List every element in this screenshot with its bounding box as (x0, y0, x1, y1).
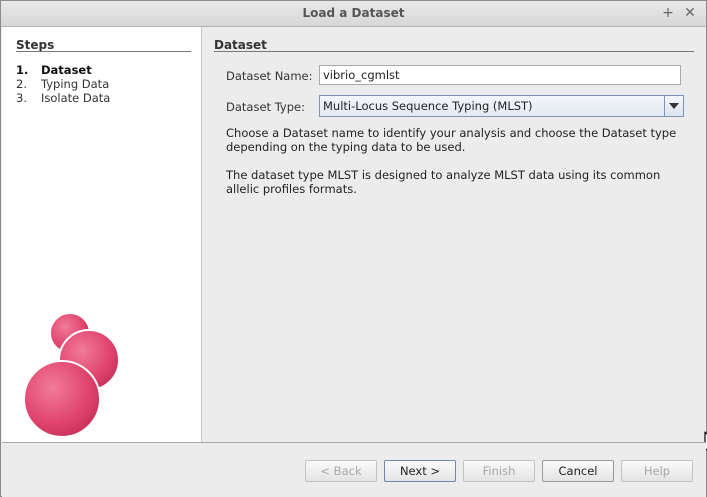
dataset-panel: Dataset Dataset Name: vibrio_cgmlst Data… (202, 27, 707, 452)
step-label: Typing Data (41, 77, 110, 91)
window-title: Load a Dataset (302, 6, 405, 20)
section-title: Dataset (214, 38, 267, 52)
step-label: Isolate Data (41, 91, 111, 105)
dataset-type-value: Multi-Locus Sequence Typing (MLST) (323, 99, 533, 113)
load-dataset-dialog: Load a Dataset + ✕ Steps 1. Dataset 2. Typ… (0, 0, 707, 497)
steps-title: Steps (16, 38, 55, 52)
step-isolate-data: 3. Isolate Data (16, 91, 110, 105)
section-divider (214, 51, 694, 52)
step-number: 3. (16, 91, 27, 105)
finish-button[interactable]: Finish (463, 460, 535, 482)
step-dataset: 1. Dataset (16, 63, 92, 77)
dataset-name-input[interactable]: vibrio_cgmlst (319, 65, 681, 85)
dataset-name-label: Dataset Name: (226, 69, 313, 83)
cancel-button[interactable]: Cancel (542, 460, 614, 482)
steps-sidebar: Steps 1. Dataset 2. Typing Data 3. Isolate … (2, 27, 202, 442)
chevron-down-icon[interactable] (664, 96, 683, 116)
next-button[interactable]: Next > (384, 460, 456, 482)
steps-divider (16, 51, 191, 52)
help-button[interactable]: Help (621, 460, 693, 482)
dataset-type-select[interactable]: Multi-Locus Sequence Typing (MLST) (319, 95, 684, 117)
step-number: 1. (16, 63, 29, 77)
maximize-icon[interactable]: + (659, 4, 677, 22)
step-number: 2. (16, 77, 27, 91)
dataset-type-label: Dataset Type: (226, 100, 305, 114)
button-bar: < Back Next > Finish Cancel Help (2, 442, 706, 497)
title-bar: Load a Dataset + ✕ (1, 1, 706, 27)
back-button[interactable]: < Back (305, 460, 377, 482)
mlst-info-text: The dataset type MLST is designed to ana… (226, 168, 661, 196)
app-logo-icon (23, 312, 120, 437)
step-label: Dataset (41, 63, 92, 77)
step-typing-data: 2. Typing Data (16, 77, 109, 91)
description-text: Choose a Dataset name to identify your a… (226, 126, 677, 154)
close-icon[interactable]: ✕ (681, 4, 699, 22)
